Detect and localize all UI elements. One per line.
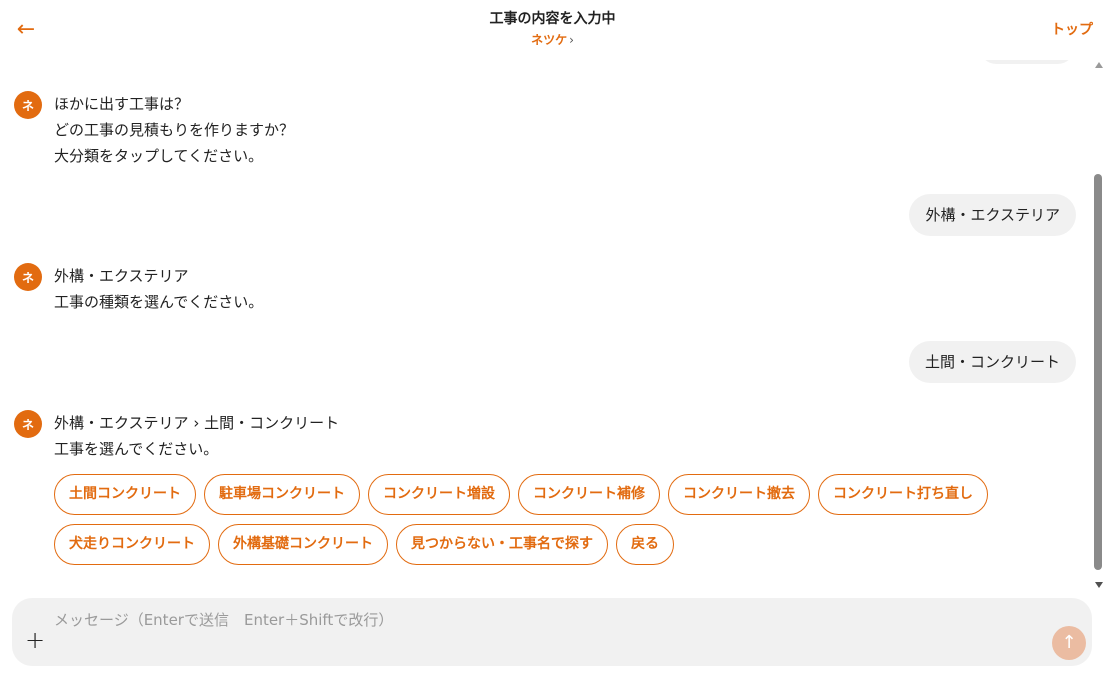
back-chip[interactable]: 戻る (616, 524, 674, 565)
chat-log[interactable]: ネ ほかに出す工事は？ どの工事の見積もりを作りますか？ 大分類をタップしてくだ… (0, 60, 1092, 590)
choice-chip[interactable]: 駐車場コンクリート (204, 474, 360, 515)
choice-row: 犬走りコンクリート 外構基礎コンクリート 見つからない・工事名で探す 戻る (54, 524, 1054, 565)
scrollbar-thumb[interactable] (1094, 174, 1102, 570)
previous-user-bubble (980, 60, 1074, 64)
user-message: 土間・コンクリート (908, 341, 1076, 383)
assistant-name: ネツケ (531, 33, 568, 47)
message-line: ほかに出す工事は？ (54, 95, 190, 113)
choice-chip[interactable]: 土間コンクリート (54, 474, 196, 515)
assistant-avatar: ネ (14, 410, 42, 438)
top-link[interactable]: トップ (1051, 19, 1093, 39)
choice-chip[interactable]: コンクリート補修 (518, 474, 660, 515)
message-line: 工事を選んでください。 (54, 440, 219, 458)
chat-header: ← 工事の内容を入力中 ネツケ › トップ (0, 0, 1105, 60)
message-input[interactable] (54, 608, 1014, 632)
send-arrow-icon[interactable]: ↑ (1052, 626, 1086, 660)
bot-message-text: 外構・エクステリア › 土間・コンクリート 工事を選んでください。 (54, 410, 339, 462)
choice-chip[interactable]: コンクリート撤去 (668, 474, 810, 515)
choice-chip[interactable]: コンクリート打ち直し (818, 474, 988, 515)
search-by-name-chip[interactable]: 見つからない・工事名で探す (396, 524, 608, 565)
scroll-down-arrow-icon[interactable] (1095, 582, 1103, 588)
page-title: 工事の内容を入力中 (489, 11, 616, 27)
scroll-up-arrow-icon[interactable] (1095, 62, 1103, 68)
message-line: 大分類をタップしてください。 (54, 147, 264, 165)
assistant-name-link[interactable]: ネツケ › (531, 30, 574, 50)
message-line: どの工事の見積もりを作りますか？ (54, 121, 295, 139)
choice-chips: 土間コンクリート 駐車場コンクリート コンクリート増設 コンクリート補修 コンク… (54, 474, 1054, 574)
assistant-avatar: ネ (14, 263, 42, 291)
message-line: 外構・エクステリア › 土間・コンクリート (54, 414, 340, 432)
choice-chip[interactable]: コンクリート増設 (368, 474, 510, 515)
choice-chip[interactable]: 外構基礎コンクリート (218, 524, 388, 565)
header-title-block: 工事の内容を入力中 ネツケ › (0, 9, 1105, 50)
message-line: 工事の種類を選んでください。 (54, 293, 264, 311)
assistant-avatar: ネ (14, 91, 42, 119)
user-message: 外構・エクステリア (909, 194, 1076, 236)
chevron-right-icon: › (569, 33, 574, 47)
choice-chip[interactable]: 犬走りコンクリート (54, 524, 210, 565)
message-line: 外構・エクステリア (54, 267, 189, 285)
choice-row: 土間コンクリート 駐車場コンクリート コンクリート増設 コンクリート補修 コンク… (54, 474, 1054, 515)
message-composer: + ↑ (12, 598, 1092, 666)
bot-message-text: ほかに出す工事は？ どの工事の見積もりを作りますか？ 大分類をタップしてください… (54, 91, 294, 169)
plus-icon[interactable]: + (24, 628, 46, 652)
bot-message-text: 外構・エクステリア 工事の種類を選んでください。 (54, 263, 263, 315)
chat-scrollbar[interactable] (1092, 60, 1105, 590)
